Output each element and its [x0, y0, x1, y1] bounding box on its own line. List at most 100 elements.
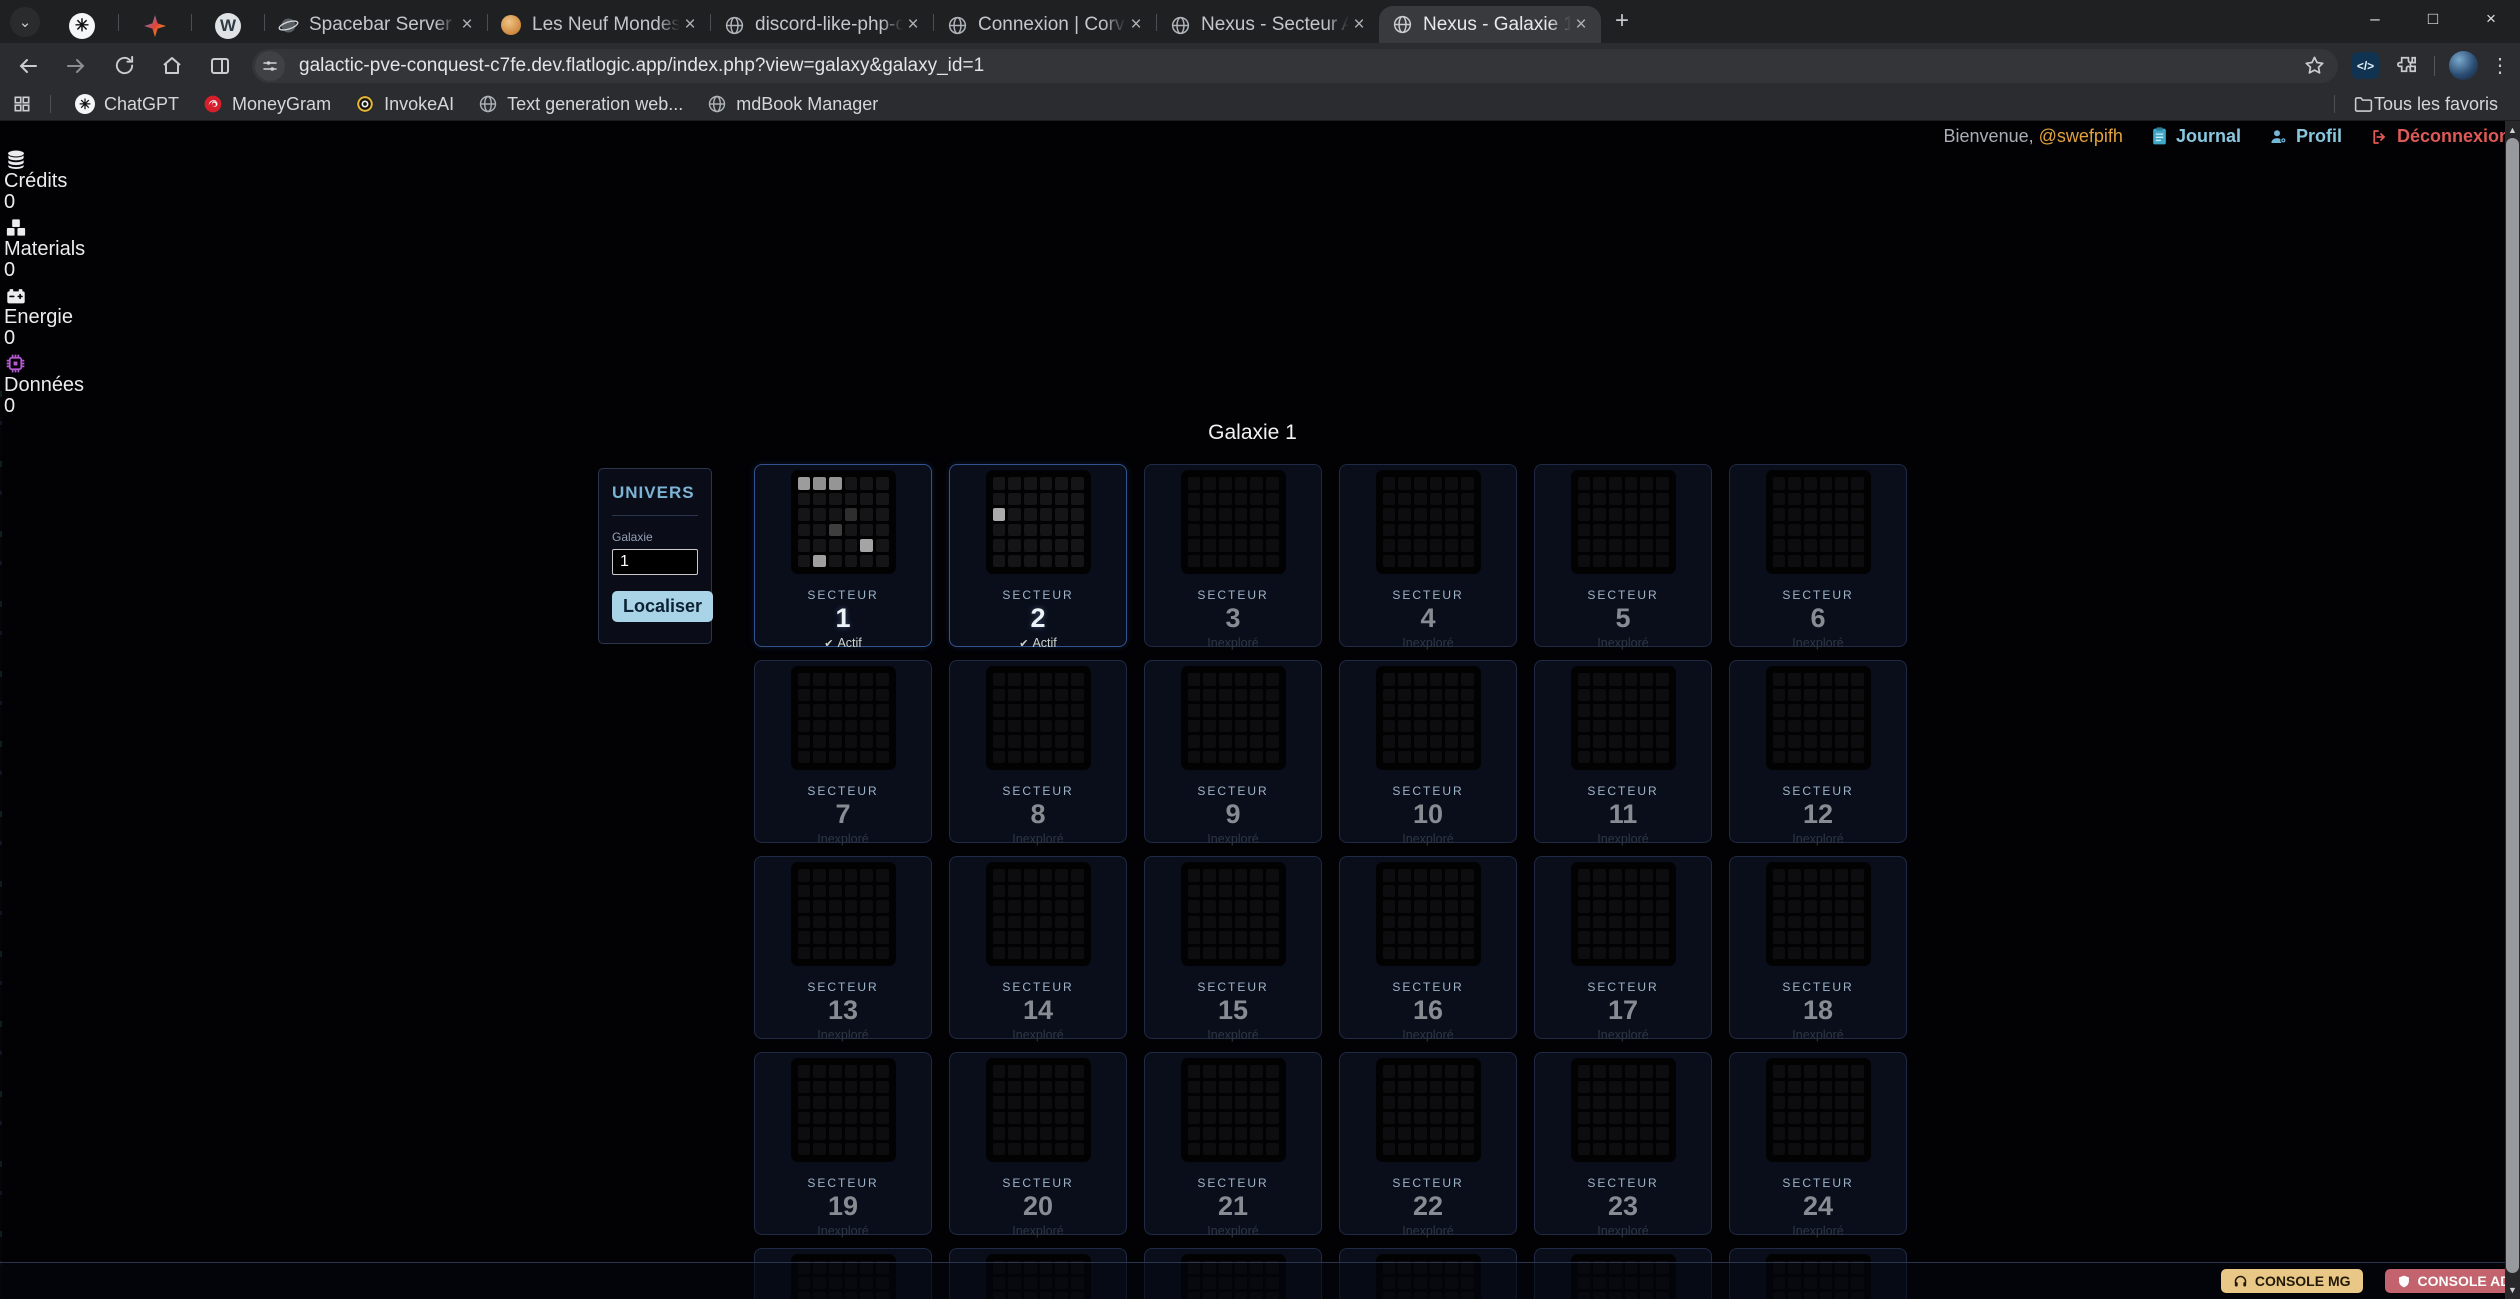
close-icon[interactable]: × [1571, 14, 1591, 36]
url-text[interactable]: galactic-pve-conquest-c7fe.dev.flatlogic… [299, 55, 984, 77]
bookmark-star-icon[interactable] [2303, 54, 2326, 77]
tab-spacebar-server[interactable]: Spacebar Server × [265, 7, 487, 43]
sector-card[interactable]: SECTEUR 9 Inexploré [1144, 660, 1322, 843]
scrollbar-thumb[interactable] [2506, 138, 2519, 1273]
sector-card[interactable]: SECTEUR 18 Inexploré [1729, 856, 1907, 1039]
close-window-button[interactable]: × [2462, 0, 2520, 38]
sector-card[interactable]: SECTEUR 17 Inexploré [1534, 856, 1712, 1039]
side-panel-icon[interactable] [200, 46, 240, 86]
sector-card[interactable]: SECTEUR 23 Inexploré [1534, 1052, 1712, 1235]
sector-card[interactable]: SECTEUR 21 Inexploré [1144, 1052, 1322, 1235]
forward-button[interactable] [56, 46, 96, 86]
bookmark-invokeai[interactable]: InvokeAI [355, 94, 454, 115]
home-button[interactable] [152, 46, 192, 86]
minimap-cell [829, 555, 842, 568]
minimap-cell [845, 1096, 858, 1109]
close-icon[interactable]: × [680, 14, 700, 36]
sector-card[interactable]: SECTEUR 20 Inexploré [949, 1052, 1127, 1235]
site-settings-icon[interactable] [255, 51, 285, 81]
close-icon[interactable]: × [1126, 14, 1146, 36]
sector-card[interactable]: SECTEUR 2 ✔Actif [949, 464, 1127, 647]
new-tab-button[interactable]: + [1607, 6, 1637, 36]
minimize-button[interactable]: – [2346, 0, 2404, 38]
sector-card[interactable]: SECTEUR 1 ✔Actif [754, 464, 932, 647]
sector-card[interactable]: SECTEUR 22 Inexploré [1339, 1052, 1517, 1235]
minimap-cell [1835, 673, 1848, 686]
minimap-cell [1656, 931, 1669, 944]
minimap-cell [1851, 1127, 1864, 1140]
pinned-tab-chatgpt[interactable]: ✳ [46, 9, 118, 43]
sector-card[interactable]: SECTEUR 12 Inexploré [1729, 660, 1907, 843]
all-bookmarks-button[interactable]: Tous les favoris [2334, 94, 2498, 115]
sector-card[interactable]: SECTEUR 11 Inexploré [1534, 660, 1712, 843]
sector-card[interactable]: SECTEUR 7 Inexploré [754, 660, 932, 843]
minimap-cell [1414, 673, 1427, 686]
browser-menu-icon[interactable]: ⋮ [2490, 53, 2510, 78]
sector-card[interactable]: SECTEUR 8 Inexploré [949, 660, 1127, 843]
sector-status: Inexploré [950, 832, 1126, 846]
journal-link[interactable]: Journal [2151, 126, 2241, 147]
apps-grid-icon[interactable] [12, 94, 32, 114]
sector-card[interactable]: SECTEUR 14 Inexploré [949, 856, 1127, 1039]
sector-card[interactable]: SECTEUR 5 Inexploré [1534, 464, 1712, 647]
bookmark-text-generation[interactable]: Text generation web... [478, 94, 683, 115]
tab-nexus-galaxie-1[interactable]: Nexus - Galaxie 1 × [1379, 6, 1601, 43]
close-icon[interactable]: × [903, 14, 923, 36]
minimap-cell [798, 947, 811, 960]
minimap-cell [1219, 751, 1232, 764]
extension-icon[interactable]: </> [2352, 52, 2379, 79]
bookmark-moneygram[interactable]: MoneyGram [203, 94, 331, 115]
minimap-cell [1788, 720, 1801, 733]
minimap-cell [1266, 508, 1279, 521]
sector-status-label: Inexploré [1792, 636, 1843, 650]
minimap-cell [860, 493, 873, 506]
bookmark-mdbook-manager[interactable]: mdBook Manager [707, 94, 878, 115]
sector-card[interactable]: SECTEUR 4 Inexploré [1339, 464, 1517, 647]
address-bar[interactable]: galactic-pve-conquest-c7fe.dev.flatlogic… [252, 49, 2338, 83]
profile-avatar[interactable] [2449, 51, 2478, 80]
scroll-up-arrow[interactable]: ▲ [2505, 122, 2520, 138]
sector-card[interactable]: SECTEUR 13 Inexploré [754, 856, 932, 1039]
maximize-button[interactable]: □ [2404, 0, 2462, 38]
minimap-cell [1040, 1096, 1053, 1109]
page-scrollbar[interactable]: ▲ ▼ [2505, 121, 2520, 1299]
pinned-tab-wordpress[interactable]: W [192, 9, 264, 43]
logout-link[interactable]: Déconnexion [2370, 126, 2510, 147]
minimap-cell [1788, 704, 1801, 717]
sector-card[interactable]: SECTEUR 24 Inexploré [1729, 1052, 1907, 1235]
back-button[interactable] [8, 46, 48, 86]
sector-card[interactable]: SECTEUR 16 Inexploré [1339, 856, 1517, 1039]
sector-card[interactable]: SECTEUR 3 Inexploré [1144, 464, 1322, 647]
close-icon[interactable]: × [1349, 14, 1369, 36]
scroll-down-arrow[interactable]: ▼ [2505, 1282, 2520, 1298]
tab-les-neuf-mondes[interactable]: Les Neuf Mondes de la Mytholo × [488, 7, 710, 43]
minimap-cell [1383, 1096, 1396, 1109]
minimap-cell [876, 493, 889, 506]
bookmark-chatgpt[interactable]: ✳ ChatGPT [75, 94, 179, 115]
sector-word-label: SECTEUR [950, 980, 1126, 994]
minimap-cell [1656, 673, 1669, 686]
tab-nexus-secteur-alpha[interactable]: Nexus - Secteur Alpha [G1] × [1157, 7, 1379, 43]
sector-card[interactable]: SECTEUR 19 Inexploré [754, 1052, 932, 1235]
profil-link[interactable]: Profil [2269, 126, 2342, 147]
tab-discord-like-chat[interactable]: discord-like-php-chat-7262.dev × [711, 7, 933, 43]
minimap-cell [1445, 751, 1458, 764]
sector-card[interactable]: SECTEUR 10 Inexploré [1339, 660, 1517, 843]
tab-search-button[interactable]: ⌄ [10, 7, 40, 37]
localiser-button[interactable]: Localiser [612, 591, 713, 622]
welcome-text: Bienvenue, [1944, 126, 2034, 146]
sector-card[interactable]: SECTEUR 6 Inexploré [1729, 464, 1907, 647]
reload-button[interactable] [104, 46, 144, 86]
galaxie-input[interactable] [612, 549, 698, 575]
minimap-cell [1788, 1127, 1801, 1140]
minimap-cell [1203, 947, 1216, 960]
console-mg-button[interactable]: CONSOLE MG [2221, 1269, 2363, 1293]
minimap-cell [1430, 673, 1443, 686]
tab-connexion-corvara[interactable]: Connexion | Corvara × [934, 7, 1156, 43]
pinned-tab-gemini[interactable] [119, 9, 191, 43]
close-icon[interactable]: × [457, 14, 477, 36]
sector-card[interactable]: SECTEUR 15 Inexploré [1144, 856, 1322, 1039]
minimap-cell [813, 1096, 826, 1109]
console-adm-button[interactable]: CONSOLE ADMIN [2385, 1269, 2520, 1293]
extensions-puzzle-icon[interactable] [2395, 53, 2420, 78]
